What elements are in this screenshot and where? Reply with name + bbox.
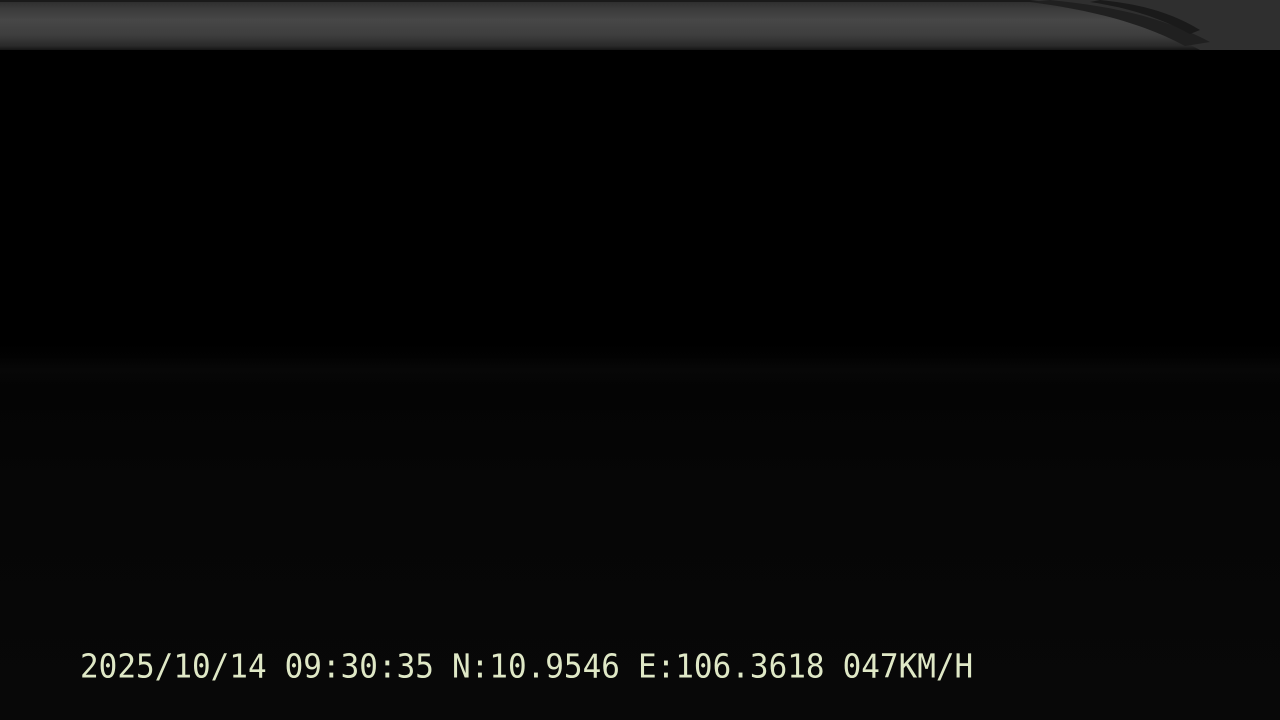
glare-streak [1010, 0, 1280, 50]
latitude-readout: N:10.9546 [451, 648, 620, 686]
time-stamp: 09:30:35 [284, 648, 434, 686]
longitude-readout: E:106.3618 [637, 648, 825, 686]
windshield-top-strip [0, 0, 1280, 50]
date-stamp: 2025/10/14 [80, 648, 267, 686]
speed-readout: 047KM/H [842, 648, 974, 686]
dashcam-frame: 2025/10/14 09:30:35 N:10.9546 E:106.3618… [0, 0, 1280, 720]
dashcam-info-overlay: 2025/10/14 09:30:35 N:10.9546 E:106.3618… [80, 644, 973, 690]
horizon-line [0, 355, 1280, 385]
